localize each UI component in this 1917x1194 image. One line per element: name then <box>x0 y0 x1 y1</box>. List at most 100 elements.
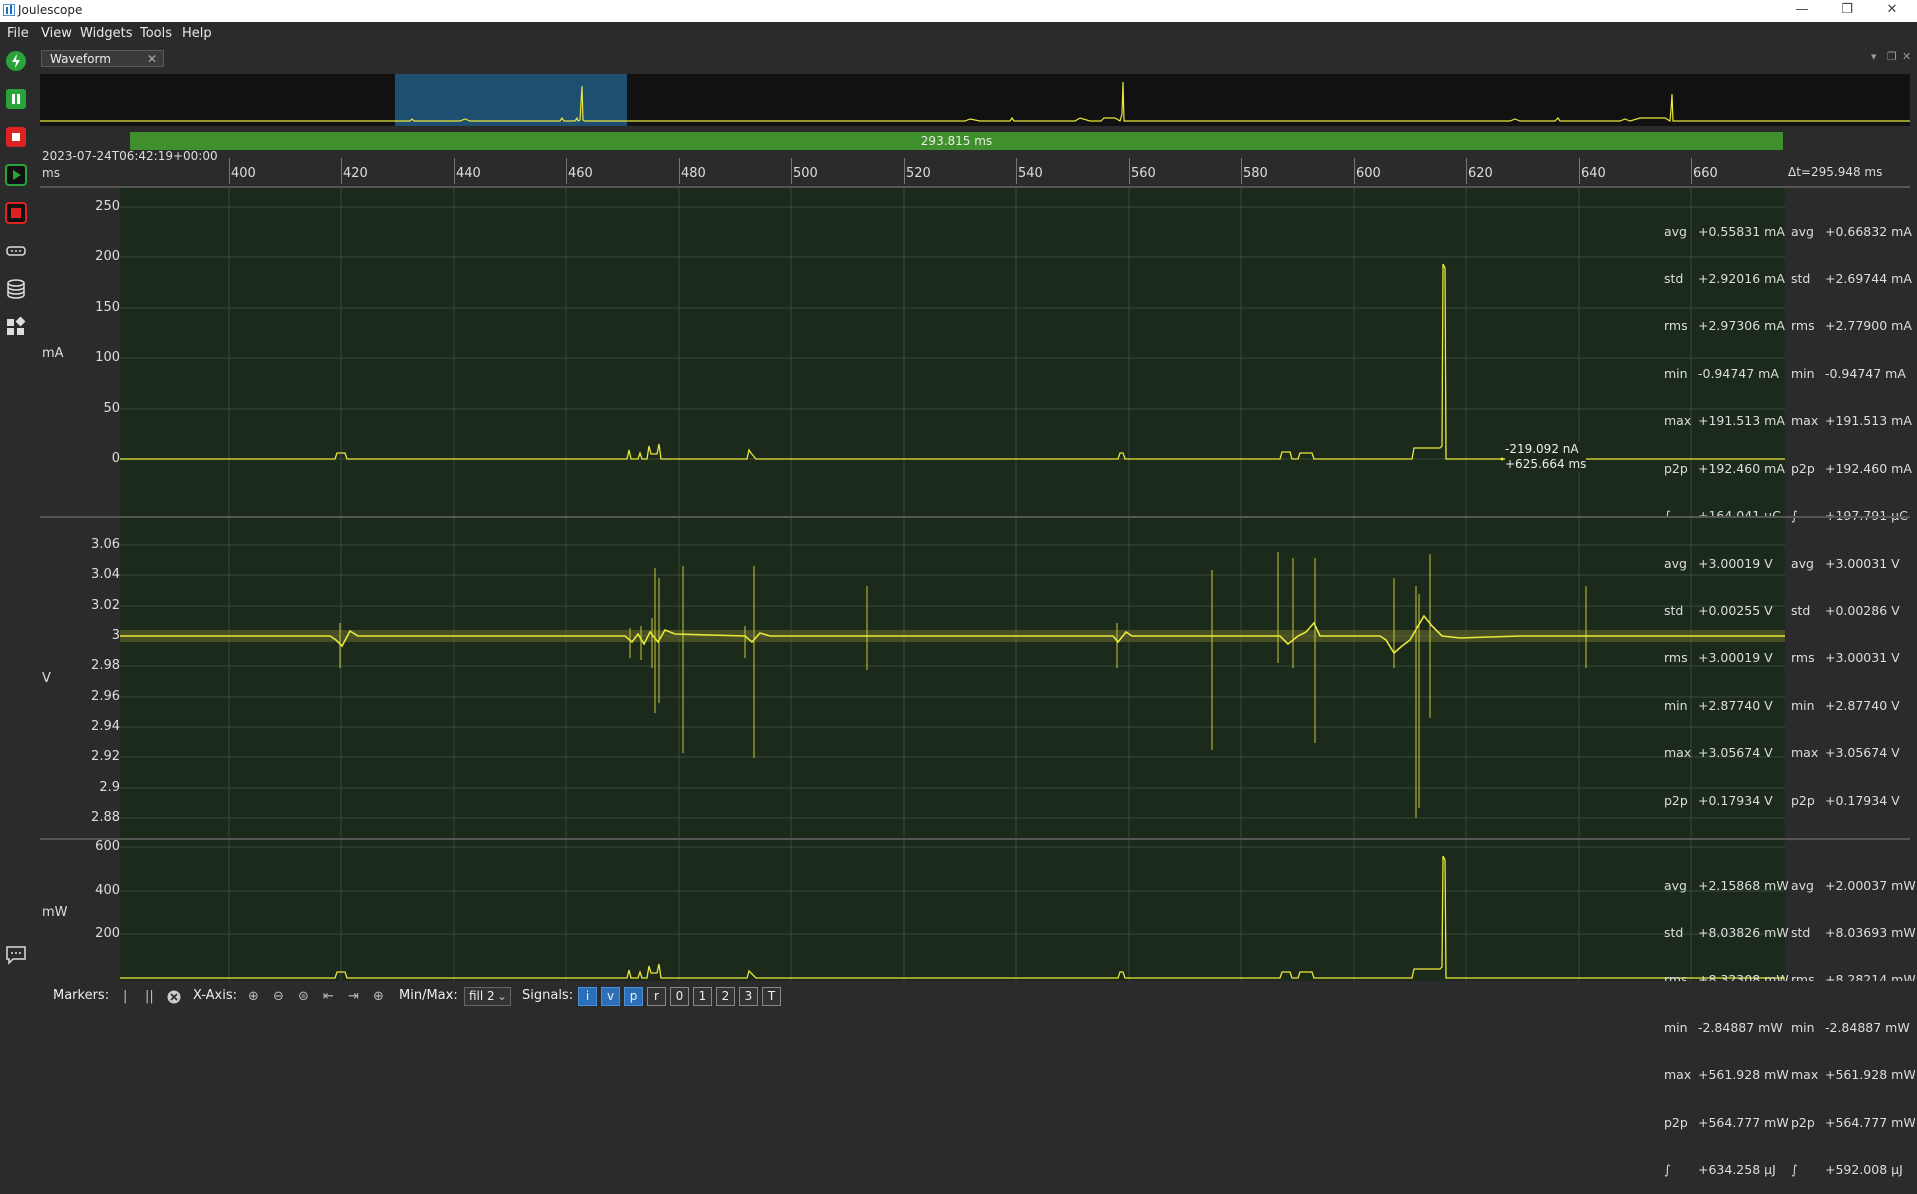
x-axis[interactable]: 400 420 440 460 480 500 520 540 560 580 … <box>130 158 1783 186</box>
voltage-y-tick: 3 <box>111 628 120 643</box>
x-tick-label: 440 <box>456 166 481 181</box>
power-icon[interactable] <box>5 50 27 72</box>
signal-toggle-3[interactable]: 3 <box>739 987 758 1006</box>
left-toolbar <box>0 46 33 1021</box>
x-tick-label: 480 <box>681 166 706 181</box>
record-icon[interactable] <box>5 202 27 224</box>
stop-icon[interactable] <box>5 126 27 148</box>
x-tick-mark <box>1466 158 1467 184</box>
menu-file[interactable]: File <box>7 26 29 41</box>
chat-icon[interactable] <box>5 944 27 966</box>
dock-close-icon[interactable]: ✕ <box>1902 50 1911 63</box>
x-tick-label: 460 <box>568 166 593 181</box>
x-tick-mark <box>1579 158 1580 184</box>
minimize-button[interactable]: — <box>1780 0 1824 22</box>
x-tick-mark <box>904 158 905 184</box>
tab-strip: Waveform ✕ ▾ ❐ ✕ <box>33 46 1917 70</box>
title-bar: Joulescope — ❐ ✕ <box>0 0 1917 22</box>
x-tick-label: 600 <box>1356 166 1381 181</box>
x-tick-mark <box>1691 158 1692 184</box>
current-stats-right: avg +0.66832 mA std +2.69744 mA rms +2.7… <box>1791 192 1912 540</box>
signal-toggle-2[interactable]: 2 <box>716 987 735 1006</box>
cursor-time: +625.664 ms <box>1505 457 1587 471</box>
power-y-tick: 200 <box>95 926 120 941</box>
minmax-select[interactable]: fill 2 ⌄ <box>464 987 511 1006</box>
signal-toggle-p[interactable]: p <box>624 987 643 1006</box>
dual-marker-icon[interactable]: || <box>145 989 154 1004</box>
stat-row: std +2.92016 mA <box>1664 270 1785 286</box>
x-tick-mark <box>1016 158 1017 184</box>
x-tick-label: 580 <box>1243 166 1268 181</box>
menu-widgets[interactable]: Widgets <box>80 26 133 41</box>
menu-tools[interactable]: Tools <box>140 26 172 41</box>
power-trace <box>120 840 1785 981</box>
device-icon[interactable] <box>5 240 27 262</box>
x-tick-label: 660 <box>1693 166 1718 181</box>
signal-toggle-i[interactable]: i <box>578 987 597 1006</box>
zoom-in-icon[interactable]: ⊕ <box>248 989 259 1004</box>
signal-toggle-T[interactable]: T <box>762 987 781 1006</box>
stat-row: std +0.00286 V <box>1791 602 1900 618</box>
stat-row: p2p +0.17934 V <box>1791 792 1900 808</box>
stat-row: ∫ +634.258 µJ <box>1664 1161 1776 1177</box>
dock-float-icon[interactable]: ❐ <box>1887 50 1897 63</box>
signal-toggle-0[interactable]: 0 <box>670 987 689 1006</box>
restore-button[interactable]: ❐ <box>1825 0 1869 22</box>
stat-row: std +8.03693 mW <box>1791 924 1916 940</box>
single-marker-icon[interactable]: | <box>123 989 127 1004</box>
x-tick-label: 520 <box>906 166 931 181</box>
voltage-y-tick: 3.02 <box>91 598 120 613</box>
cursor-readout: -219.092 nA +625.664 ms <box>1505 442 1587 472</box>
stat-row: avg +0.55831 mA <box>1664 223 1785 239</box>
x-tick-label: 420 <box>343 166 368 181</box>
x-tick-mark <box>791 158 792 184</box>
voltage-y-tick: 2.9 <box>99 780 120 795</box>
menu-view[interactable]: View <box>41 26 72 41</box>
tab-waveform[interactable]: Waveform ✕ <box>41 50 164 67</box>
play-icon[interactable] <box>5 164 27 186</box>
stat-row: std +2.69744 mA <box>1791 270 1912 286</box>
power-plot[interactable] <box>120 840 1785 981</box>
stat-row: min -2.84887 mW <box>1664 1019 1783 1035</box>
menu-help[interactable]: Help <box>182 26 212 41</box>
minmax-label: Min/Max: <box>399 988 458 1003</box>
pause-icon[interactable] <box>5 88 27 110</box>
zoom-all-icon[interactable]: ⊜ <box>298 989 309 1004</box>
voltage-y-tick: 3.04 <box>91 567 120 582</box>
voltage-y-tick: 3.06 <box>91 537 120 552</box>
current-stats-left: avg +0.55831 mA std +2.92016 mA rms +2.9… <box>1664 192 1785 540</box>
storage-icon[interactable] <box>5 278 27 300</box>
minmax-value: fill 2 <box>469 989 495 1003</box>
x-tick-mark <box>229 158 230 184</box>
duration-bar[interactable]: 293.815 ms <box>130 132 1783 150</box>
close-button[interactable]: ✕ <box>1870 0 1914 22</box>
voltage-y-tick: 2.98 <box>91 658 120 673</box>
signal-toggle-r[interactable]: r <box>647 987 666 1006</box>
bottom-toolbar: Markers: | || X-Axis: ⊕ ⊖ ⊜ ⇤ ⇥ ⊕ Min/Ma… <box>0 981 1917 1021</box>
close-tab-icon[interactable]: ✕ <box>147 51 157 68</box>
voltage-y-tick: 2.92 <box>91 749 120 764</box>
signal-toggle-v[interactable]: v <box>601 987 620 1006</box>
x-tick-mark <box>679 158 680 184</box>
overview-trace <box>40 81 1910 123</box>
voltage-y-tick: 2.88 <box>91 810 120 825</box>
overview-plot[interactable] <box>40 74 1910 126</box>
x-tick-label: 500 <box>793 166 818 181</box>
markers-label: Markers: <box>53 988 110 1003</box>
jump-end-icon[interactable]: ⇥ <box>348 989 359 1004</box>
stat-row: p2p +192.460 mA <box>1791 460 1912 476</box>
stat-row: max +3.05674 V <box>1791 745 1900 761</box>
clear-markers-icon[interactable] <box>167 990 181 1004</box>
tab-waveform-label: Waveform <box>50 52 111 66</box>
voltage-y-tick: 2.94 <box>91 719 120 734</box>
x-tick-mark <box>566 158 567 184</box>
voltage-plot[interactable] <box>120 518 1785 838</box>
stat-row: min +2.87740 V <box>1664 697 1773 713</box>
signal-toggle-1[interactable]: 1 <box>693 987 712 1006</box>
x-tick-mark <box>1241 158 1242 184</box>
widgets-icon[interactable] <box>5 316 27 338</box>
zoom-fit-icon[interactable]: ⊕ <box>373 989 384 1004</box>
jump-start-icon[interactable]: ⇤ <box>323 989 334 1004</box>
zoom-out-icon[interactable]: ⊖ <box>273 989 284 1004</box>
dock-menu-icon[interactable]: ▾ <box>1871 50 1877 63</box>
